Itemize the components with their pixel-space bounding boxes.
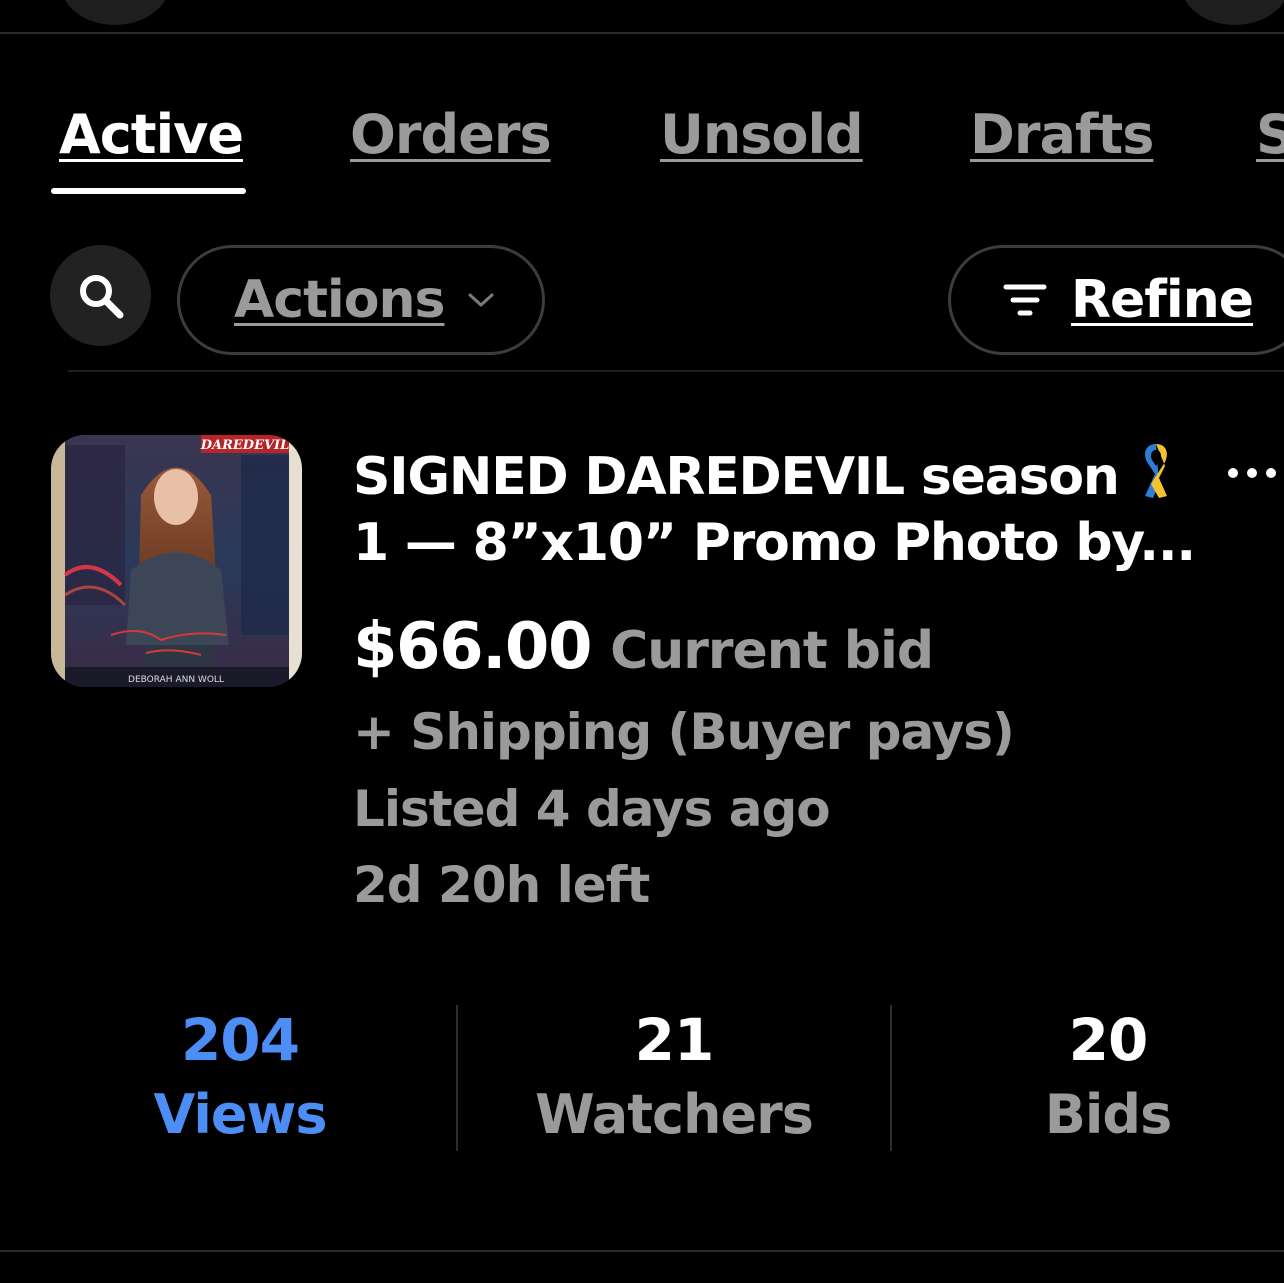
watchers-count: 21 bbox=[634, 1006, 715, 1074]
actions-dropdown[interactable]: Actions bbox=[177, 245, 545, 355]
top-right-button[interactable] bbox=[1180, 0, 1284, 25]
search-icon bbox=[79, 274, 123, 318]
stat-watchers[interactable]: 21 Watchers bbox=[509, 1005, 839, 1155]
stat-divider bbox=[456, 1005, 458, 1151]
svg-text:DEBORAH ANN WOLL: DEBORAH ANN WOLL bbox=[128, 675, 224, 685]
listing-title-line-1: SIGNED DAREDEVIL season bbox=[353, 440, 1213, 510]
tab-orders[interactable]: Orders bbox=[350, 100, 552, 170]
tab-drafts[interactable]: Drafts bbox=[970, 100, 1154, 170]
price-row: $66.00 Current bid bbox=[353, 610, 934, 684]
stat-divider bbox=[890, 1005, 892, 1151]
search-button[interactable] bbox=[50, 245, 151, 346]
current-price: $66.00 bbox=[353, 610, 592, 684]
listing-title-line-2: 1 — 8”x10” Promo Photo by... bbox=[353, 513, 1196, 573]
refine-button[interactable]: Refine bbox=[948, 245, 1284, 355]
stat-bids[interactable]: 20 Bids bbox=[943, 1005, 1273, 1155]
promo-photo-image: DAREDEVIL DEBORAH ANN WOLL bbox=[51, 435, 302, 687]
top-left-button[interactable] bbox=[60, 0, 170, 25]
refine-label: Refine bbox=[1071, 270, 1254, 330]
bottom-divider bbox=[0, 1250, 1284, 1252]
shipping-info: + Shipping (Buyer pays) bbox=[353, 703, 1015, 761]
more-options-button[interactable] bbox=[1228, 448, 1284, 498]
price-label: Current bid bbox=[610, 621, 934, 681]
header-divider bbox=[0, 32, 1284, 34]
bids-label: Bids bbox=[1044, 1083, 1172, 1146]
more-dot-icon bbox=[1228, 468, 1238, 478]
awareness-ribbon-icon bbox=[1144, 444, 1167, 498]
actions-label: Actions bbox=[234, 270, 445, 330]
listing-title[interactable]: SIGNED DAREDEVIL season 1 — 8”x10” Promo… bbox=[353, 440, 1213, 576]
views-count: 204 bbox=[180, 1006, 300, 1074]
more-dot-icon bbox=[1266, 468, 1276, 478]
tab-more-partial[interactable]: S bbox=[1256, 100, 1284, 170]
views-label: Views bbox=[153, 1083, 327, 1146]
time-left: 2d 20h left bbox=[353, 856, 650, 914]
listed-date: Listed 4 days ago bbox=[353, 780, 831, 838]
active-tab-indicator bbox=[51, 188, 246, 194]
filter-icon bbox=[1003, 281, 1047, 319]
chevron-down-icon bbox=[466, 290, 496, 310]
more-dot-icon bbox=[1247, 468, 1257, 478]
watchers-label: Watchers bbox=[535, 1083, 814, 1146]
listing-thumbnail[interactable]: DAREDEVIL DEBORAH ANN WOLL bbox=[51, 435, 302, 687]
stat-views[interactable]: 204 Views bbox=[75, 1005, 405, 1155]
toolbar-divider bbox=[68, 370, 1284, 372]
tab-unsold[interactable]: Unsold bbox=[660, 100, 864, 170]
svg-text:DAREDEVIL: DAREDEVIL bbox=[200, 438, 290, 453]
tab-active[interactable]: Active bbox=[59, 100, 244, 170]
bids-count: 20 bbox=[1068, 1006, 1149, 1074]
listing-tabs: Active Orders Unsold Drafts S bbox=[0, 100, 1284, 200]
